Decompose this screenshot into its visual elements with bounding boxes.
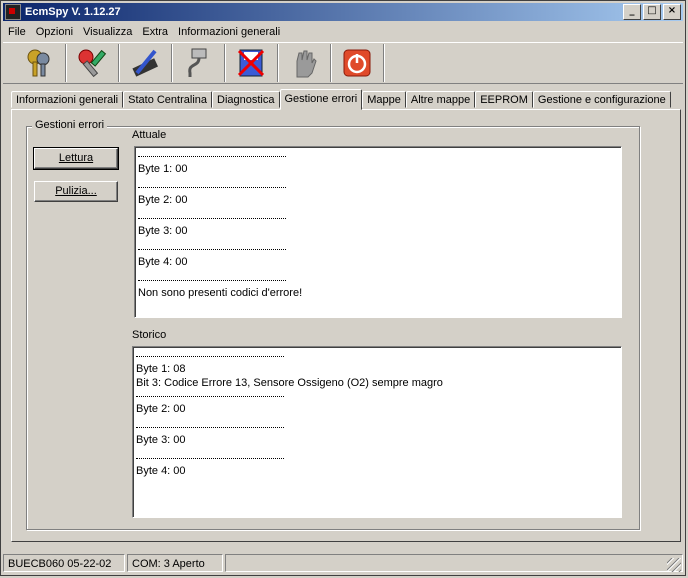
glove-button[interactable] (278, 44, 331, 82)
menu-visualizza[interactable]: Visualizza (78, 26, 137, 38)
separator (136, 351, 284, 357)
tab-mappe[interactable]: Mappe (362, 91, 406, 108)
attuale-message: Non sono presenti codici d'errore! (138, 287, 303, 299)
maximize-button[interactable]: □ (643, 4, 661, 20)
storico-byte-4: Byte 4: 00 (136, 465, 186, 477)
storico-byte-1: Byte 1: 08 (136, 363, 186, 375)
chip-pen-icon (132, 49, 158, 77)
menu-extra[interactable]: Extra (137, 26, 173, 38)
menu-file[interactable]: File (3, 26, 31, 38)
lettura-button[interactable]: Lettura (33, 147, 119, 170)
attuale-label: Attuale (132, 129, 167, 141)
tab-strip: Informazioni generali Stato Centralina D… (11, 89, 671, 110)
storico-byte-1-detail: Bit 3: Codice Errore 13, Sensore Ossigen… (136, 377, 443, 389)
title-bar: EcmSpy V. 1.12.27 _ □ × (3, 3, 683, 21)
keys-icon (27, 49, 50, 77)
tab-gestione-configurazione[interactable]: Gestione e configurazione (532, 91, 671, 108)
attuale-byte-4: Byte 4: 00 (138, 256, 188, 268)
glove-icon (296, 50, 317, 78)
menu-opzioni[interactable]: Opzioni (31, 26, 78, 38)
serial-cable-icon (188, 48, 207, 77)
group-label: Gestioni errori (32, 119, 108, 131)
power-icon (343, 49, 371, 77)
storico-byte-2: Byte 2: 00 (136, 403, 186, 415)
toolbar (3, 42, 683, 84)
tab-stato-centralina[interactable]: Stato Centralina (123, 91, 213, 108)
separator (136, 422, 284, 428)
chip-pen-button[interactable] (119, 44, 172, 82)
keys-button[interactable] (13, 44, 66, 82)
attuale-byte-3: Byte 3: 00 (138, 225, 188, 237)
separator (138, 244, 286, 250)
status-com: COM: 3 Aperto (127, 554, 223, 572)
tab-informazioni-generali[interactable]: Informazioni generali (11, 91, 124, 108)
separator (136, 391, 284, 397)
attuale-byte-1: Byte 1: 00 (138, 163, 188, 175)
app-icon (5, 4, 21, 20)
close-button[interactable]: × (663, 4, 681, 20)
status-ecu: BUECB060 05-22-02 (3, 554, 125, 572)
status-empty (225, 554, 683, 572)
tab-gestione-errori[interactable]: Gestione errori (279, 89, 363, 110)
attuale-textbox[interactable]: Byte 1: 00 Byte 2: 00 Byte 3: 00 Byte 4:… (134, 146, 622, 318)
separator (138, 213, 286, 219)
tab-eeprom[interactable]: EEPROM (475, 91, 533, 108)
tab-diagnostica[interactable]: Diagnostica (212, 91, 280, 108)
app-window: EcmSpy V. 1.12.27 _ □ × File Opzioni Vis… (0, 0, 686, 576)
tools-button[interactable] (66, 44, 119, 82)
separator (138, 275, 286, 281)
separator (136, 453, 284, 459)
tools-icon (78, 49, 107, 78)
tab-panel-gestione-errori: Gestioni errori Lettura Pulizia... Attua… (11, 109, 681, 542)
minimize-button[interactable]: _ (623, 4, 641, 20)
pulizia-button[interactable]: Pulizia... (34, 181, 118, 202)
close-doc-icon (237, 49, 265, 77)
power-button[interactable] (331, 44, 384, 82)
menu-bar: File Opzioni Visualizza Extra Informazio… (3, 23, 683, 41)
close-doc-button[interactable] (225, 44, 278, 82)
storico-byte-3: Byte 3: 00 (136, 434, 186, 446)
storico-textbox[interactable]: Byte 1: 08 Bit 3: Codice Errore 13, Sens… (132, 346, 622, 518)
attuale-byte-2: Byte 2: 00 (138, 194, 188, 206)
status-bar: BUECB060 05-22-02 COM: 3 Aperto (3, 554, 683, 574)
separator (138, 151, 286, 157)
storico-label: Storico (132, 329, 167, 341)
serial-cable-button[interactable] (172, 44, 225, 82)
resize-grip-icon[interactable] (667, 558, 681, 572)
separator (138, 182, 286, 188)
menu-informazioni-generali[interactable]: Informazioni generali (173, 26, 285, 38)
window-title: EcmSpy V. 1.12.27 (25, 6, 121, 18)
tab-altre-mappe[interactable]: Altre mappe (405, 91, 476, 108)
